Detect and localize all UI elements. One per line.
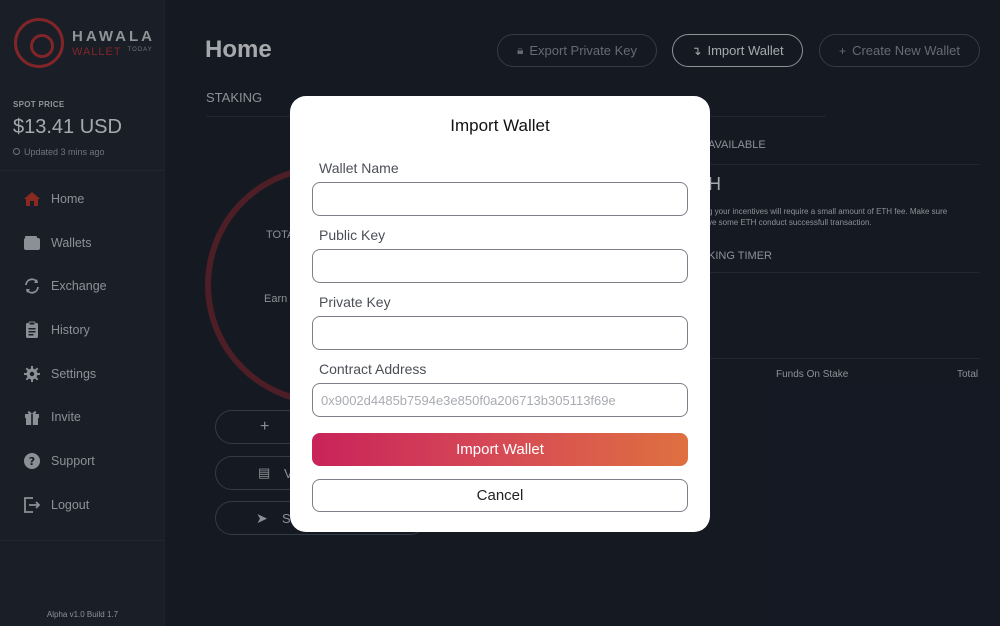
import-wallet-dialog: Import Wallet Wallet Name Public Key Pri…: [290, 96, 710, 532]
private-key-input[interactable]: [312, 316, 688, 350]
contract-address-input[interactable]: [312, 383, 688, 417]
public-key-input[interactable]: [312, 249, 688, 283]
import-wallet-button[interactable]: Import Wallet: [312, 433, 688, 466]
private-key-label: Private Key: [319, 294, 391, 310]
wallet-name-input[interactable]: [312, 182, 688, 216]
dialog-title: Import Wallet: [450, 116, 550, 135]
public-key-label: Public Key: [319, 227, 386, 243]
contract-address-label: Contract Address: [319, 361, 427, 377]
wallet-name-label: Wallet Name: [319, 160, 399, 176]
cancel-button[interactable]: Cancel: [312, 479, 688, 512]
